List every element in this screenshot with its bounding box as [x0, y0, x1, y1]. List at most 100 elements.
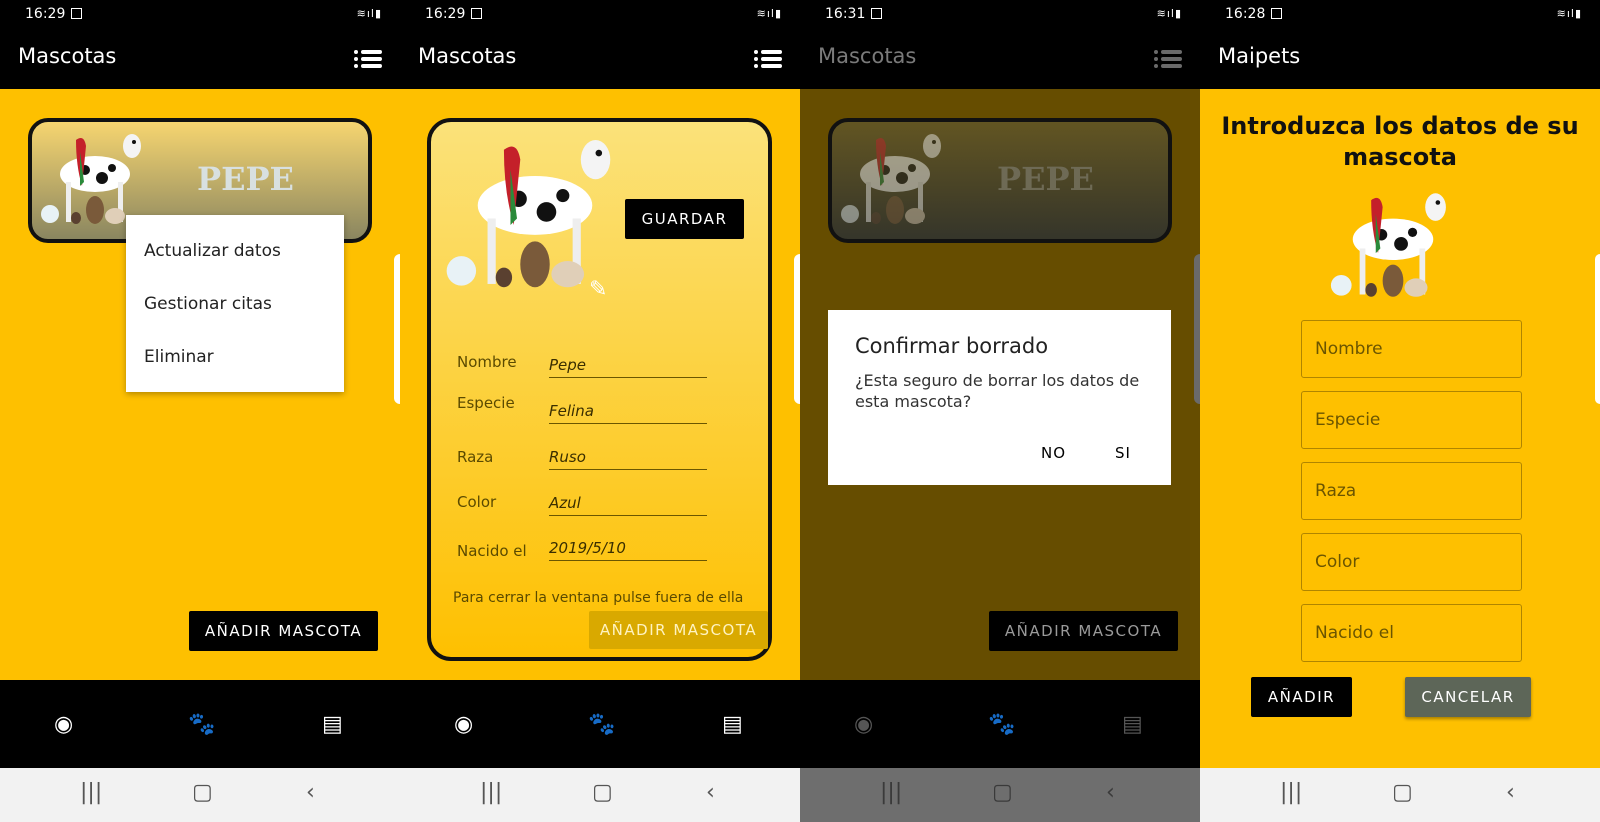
- paw-icon[interactable]: 🐾: [588, 712, 615, 737]
- signal-battery-icon: ≋ıl▮: [356, 7, 382, 20]
- screen-delete-confirm: 16:31 ≋ıl▮ Mascotas PEPE AÑADIR MASCOTA ◉…: [800, 0, 1200, 822]
- label-especie: Especie: [457, 394, 515, 412]
- store-icon[interactable]: ▤: [722, 712, 743, 737]
- close-hint: Para cerrar la ventana pulse fuera de el…: [453, 590, 744, 606]
- home-icon[interactable]: ▢: [192, 780, 213, 805]
- clock: 16:29: [25, 6, 66, 22]
- list-icon[interactable]: [754, 50, 782, 68]
- app-title: Mascotas: [18, 44, 117, 68]
- pet-card: PEPE: [828, 118, 1172, 243]
- pets-image: [1330, 193, 1446, 297]
- input-nacido[interactable]: 2019/5/10: [549, 539, 707, 561]
- home-icon[interactable]: ▢: [992, 780, 1013, 805]
- pet-name: PEPE: [197, 160, 294, 198]
- recents-icon[interactable]: |||: [480, 780, 502, 805]
- app-bar: Maipets: [1200, 30, 1600, 89]
- app-title: Mascotas: [818, 44, 917, 68]
- save-button[interactable]: GUARDAR: [625, 199, 744, 239]
- recents-icon[interactable]: |||: [1280, 780, 1302, 805]
- raza-input[interactable]: Raza: [1301, 462, 1522, 520]
- home-icon[interactable]: ▢: [592, 780, 613, 805]
- no-button[interactable]: NO: [1041, 444, 1066, 462]
- account-circle-icon[interactable]: ◉: [54, 712, 73, 737]
- label-color: Color: [457, 493, 497, 511]
- color-input[interactable]: Color: [1301, 533, 1522, 591]
- app-bar: Mascotas: [800, 30, 1200, 89]
- system-nav: ||| ▢ ‹: [0, 768, 400, 822]
- image-notification-icon: [471, 8, 483, 19]
- bottom-nav: ◉ 🐾 ▤: [0, 680, 400, 768]
- content: Introduzca los datos de su mascota Nombr…: [1200, 89, 1600, 768]
- label-raza: Raza: [457, 448, 494, 466]
- screen-add-pet: 16:28 ≋ıl▮ Maipets Introduzca los datos d…: [1200, 0, 1600, 822]
- back-icon[interactable]: ‹: [1106, 780, 1115, 805]
- recents-icon[interactable]: |||: [880, 780, 902, 805]
- account-circle-icon[interactable]: ◉: [454, 712, 473, 737]
- nombre-input[interactable]: Nombre: [1301, 320, 1522, 378]
- signal-battery-icon: ≋ıl▮: [1156, 7, 1182, 20]
- image-notification-icon: [1271, 8, 1283, 19]
- status-bar: 16:29 ≋ıl▮: [0, 0, 400, 30]
- especie-input[interactable]: Especie: [1301, 391, 1522, 449]
- form-heading: Introduzca los datos de su mascota: [1221, 112, 1579, 171]
- system-nav: ||| ▢ ‹: [1200, 768, 1600, 822]
- add-pet-button: AÑADIR MASCOTA: [589, 611, 768, 649]
- alarm-notification-icon: [871, 8, 883, 19]
- screen-pet-list-menu: 16:29 ≋ıl▮ Mascotas PEPE Actualizar datos…: [0, 0, 400, 822]
- app-title: Mascotas: [418, 44, 517, 68]
- system-nav: ||| ▢ ‹: [400, 768, 800, 822]
- menu-item-update[interactable]: Actualizar datos: [126, 229, 344, 282]
- back-icon[interactable]: ‹: [706, 780, 715, 805]
- menu-item-appointments[interactable]: Gestionar citas: [126, 282, 344, 335]
- pet-detail-popup: ✎ GUARDAR Nombre Pepe Especie Felina Raz…: [427, 118, 772, 661]
- bottom-nav: ◉ 🐾 ▤: [800, 680, 1200, 768]
- input-color[interactable]: Azul: [549, 494, 707, 516]
- add-pet-button[interactable]: AÑADIR MASCOTA: [189, 611, 378, 651]
- clock: 16:31: [825, 6, 866, 22]
- label-nacido: Nacido el: [457, 542, 527, 560]
- back-icon[interactable]: ‹: [306, 780, 315, 805]
- input-especie[interactable]: Felina: [549, 402, 707, 424]
- app-title: Maipets: [1218, 44, 1301, 68]
- pet-name: PEPE: [997, 160, 1094, 198]
- bottom-nav: ◉ 🐾 ▤: [400, 680, 800, 768]
- cancel-button[interactable]: CANCELAR: [1405, 677, 1531, 717]
- signal-battery-icon: ≋ıl▮: [1556, 7, 1582, 20]
- context-menu: Actualizar datos Gestionar citas Elimina…: [126, 215, 344, 392]
- list-icon[interactable]: [354, 50, 382, 68]
- paw-icon: 🐾: [988, 712, 1016, 737]
- home-icon[interactable]: ▢: [1392, 780, 1413, 805]
- image-notification-icon: [71, 8, 83, 19]
- clock: 16:29: [425, 6, 466, 22]
- account-circle-icon: ◉: [854, 712, 874, 737]
- yes-button[interactable]: SI: [1115, 444, 1131, 462]
- content: PEPE Actualizar datos Gestionar citas El…: [0, 89, 400, 680]
- edit-icon[interactable]: ✎: [589, 277, 607, 302]
- app-bar: Mascotas: [400, 30, 800, 89]
- status-bar: 16:31 ≋ıl▮: [800, 0, 1200, 30]
- app-bar: Mascotas: [0, 30, 400, 89]
- add-pet-button: AÑADIR MASCOTA: [989, 611, 1178, 651]
- status-bar: 16:28 ≋ıl▮: [1200, 0, 1600, 30]
- dialog-message: ¿Esta seguro de borrar los datos de esta…: [855, 371, 1140, 411]
- list-icon: [1154, 50, 1182, 68]
- dialog-title: Confirmar borrado: [855, 334, 1049, 358]
- nacido-input[interactable]: Nacido el: [1301, 604, 1522, 662]
- input-raza[interactable]: Ruso: [549, 448, 707, 470]
- clock: 16:28: [1225, 6, 1266, 22]
- recents-icon[interactable]: |||: [80, 780, 102, 805]
- store-icon: ▤: [1122, 712, 1143, 737]
- label-nombre: Nombre: [457, 353, 517, 371]
- signal-battery-icon: ≋ıl▮: [756, 7, 782, 20]
- content: ✎ GUARDAR Nombre Pepe Especie Felina Raz…: [400, 89, 800, 680]
- status-bar: 16:29 ≋ıl▮: [400, 0, 800, 30]
- input-nombre[interactable]: Pepe: [549, 356, 707, 378]
- add-button[interactable]: AÑADIR: [1251, 677, 1352, 717]
- scroll-edge: [1595, 254, 1600, 404]
- pets-image: [841, 134, 941, 224]
- store-icon[interactable]: ▤: [322, 712, 343, 737]
- system-nav: ||| ▢ ‹: [800, 768, 1200, 822]
- menu-item-delete[interactable]: Eliminar: [126, 335, 344, 388]
- paw-icon[interactable]: 🐾: [188, 712, 215, 737]
- back-icon[interactable]: ‹: [1506, 780, 1515, 805]
